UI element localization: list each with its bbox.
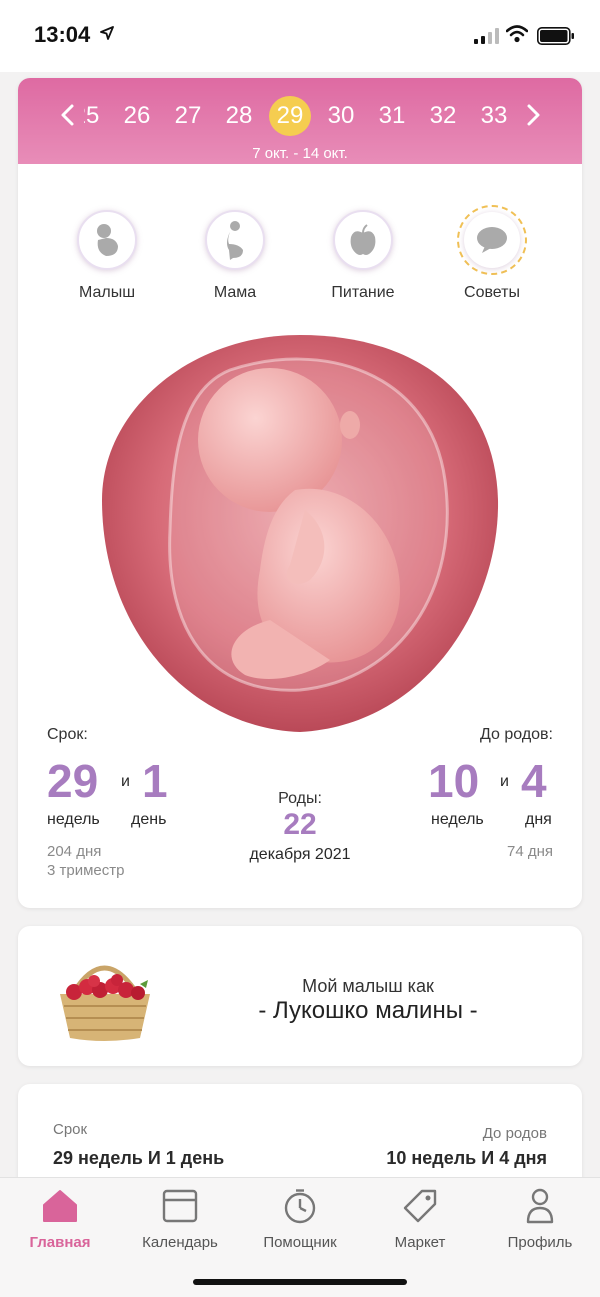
term-days-value: 1 bbox=[142, 755, 168, 807]
person-icon bbox=[526, 1188, 554, 1224]
week-29-selected[interactable]: 29 bbox=[269, 96, 311, 136]
until-birth-label: До родов: bbox=[480, 726, 553, 743]
baby-size-name: - Лукошко малины - bbox=[258, 997, 478, 1024]
until-weeks-value: 10 bbox=[428, 755, 480, 807]
category-label: Малыш bbox=[78, 284, 136, 301]
pregnant-woman-icon bbox=[227, 221, 243, 260]
until-days-unit: дня bbox=[525, 811, 552, 828]
week-list: 25 26 27 28 29 30 31 32 33 bbox=[84, 96, 514, 136]
chevron-right-icon[interactable] bbox=[521, 100, 545, 130]
term-days-unit: день bbox=[131, 811, 167, 828]
tab-market[interactable]: Маркет bbox=[360, 1188, 480, 1251]
category-label: Советы bbox=[464, 284, 520, 301]
category-nutrition-circle bbox=[333, 210, 393, 270]
pregnancy-week-card: 25 26 27 28 29 30 31 32 33 7 окт. - 14 о… bbox=[18, 78, 582, 908]
status-time: 13:04 bbox=[34, 22, 91, 47]
status-bar: 13:04 bbox=[0, 0, 600, 72]
tab-market-label: Маркет bbox=[394, 1234, 446, 1251]
term-label: Срок: bbox=[47, 726, 88, 743]
speech-bubble-icon bbox=[477, 227, 507, 253]
tab-profile-label: Профиль bbox=[507, 1234, 573, 1251]
tab-assistant[interactable]: Помощник bbox=[240, 1188, 360, 1251]
week-33[interactable]: 33 bbox=[473, 96, 514, 136]
summary-term-value: 29 недель И 1 день bbox=[53, 1148, 225, 1168]
cellular-signal-icon bbox=[474, 28, 499, 44]
week-28[interactable]: 28 bbox=[218, 96, 260, 136]
chevron-left-icon[interactable] bbox=[56, 100, 80, 130]
week-32[interactable]: 32 bbox=[422, 96, 464, 136]
baby-size-intro: Мой малыш как bbox=[302, 976, 434, 996]
birth-day: 22 bbox=[283, 808, 317, 841]
category-baby-circle bbox=[77, 210, 137, 270]
home-indicator bbox=[193, 1279, 407, 1285]
home-icon bbox=[43, 1190, 77, 1222]
week-25[interactable]: 25 bbox=[84, 96, 107, 136]
term-weeks-unit: недель bbox=[47, 811, 100, 828]
term-trimester: 3 триместр bbox=[47, 862, 125, 879]
until-weeks-unit: недель bbox=[431, 811, 484, 828]
wifi-icon bbox=[506, 25, 528, 43]
term-weeks-value: 29 bbox=[47, 755, 99, 807]
until-total-days: 74 дня bbox=[506, 843, 553, 860]
category-baby[interactable]: Малыш bbox=[47, 210, 167, 302]
week-27[interactable]: 27 bbox=[167, 96, 209, 136]
category-mom[interactable]: Мама bbox=[175, 210, 295, 302]
tag-icon bbox=[403, 1189, 437, 1223]
tab-assistant-label: Помощник bbox=[263, 1234, 337, 1251]
birth-label: Роды: bbox=[278, 790, 322, 807]
battery-icon bbox=[537, 27, 574, 45]
term-and: и bbox=[121, 773, 130, 790]
location-arrow-icon bbox=[100, 26, 114, 40]
tab-calendar[interactable]: Календарь bbox=[120, 1188, 240, 1251]
calendar-icon bbox=[162, 1189, 198, 1223]
tab-home[interactable]: Главная bbox=[0, 1188, 120, 1251]
fetus-illustration bbox=[102, 335, 499, 732]
stopwatch-icon bbox=[284, 1189, 316, 1224]
tab-profile[interactable]: Профиль bbox=[480, 1188, 600, 1251]
birth-month-year: декабря 2021 bbox=[249, 846, 351, 863]
week-26[interactable]: 26 bbox=[116, 96, 158, 136]
category-nutrition[interactable]: Питание bbox=[303, 210, 423, 302]
category-label: Мама bbox=[213, 284, 257, 301]
category-tips-circle bbox=[457, 205, 527, 275]
apple-icon bbox=[350, 224, 376, 255]
until-days-value: 4 bbox=[521, 755, 547, 807]
baby-icon bbox=[97, 224, 118, 256]
summary-until-label: До родов bbox=[482, 1125, 547, 1142]
week-selector: 25 26 27 28 29 30 31 32 33 7 окт. - 14 о… bbox=[18, 78, 582, 164]
tab-home-label: Главная bbox=[29, 1234, 91, 1251]
week-31[interactable]: 31 bbox=[371, 96, 413, 136]
term-total-days: 204 дня bbox=[47, 843, 102, 860]
week-30[interactable]: 30 bbox=[320, 96, 362, 136]
category-label: Питание bbox=[331, 284, 395, 301]
week-date-range: 7 окт. - 14 окт. bbox=[252, 145, 348, 162]
tab-calendar-label: Календарь bbox=[142, 1234, 218, 1251]
summary-term-label: Срок bbox=[53, 1121, 88, 1138]
summary-until-value: 10 недель И 4 дня bbox=[386, 1148, 547, 1168]
category-mom-circle bbox=[205, 210, 265, 270]
raspberry-basket-image bbox=[60, 965, 150, 1041]
until-and: и bbox=[500, 773, 509, 790]
baby-size-card[interactable]: Мой малыш как - Лукошко малины - bbox=[18, 926, 582, 1066]
category-tips[interactable]: Советы bbox=[432, 205, 552, 302]
